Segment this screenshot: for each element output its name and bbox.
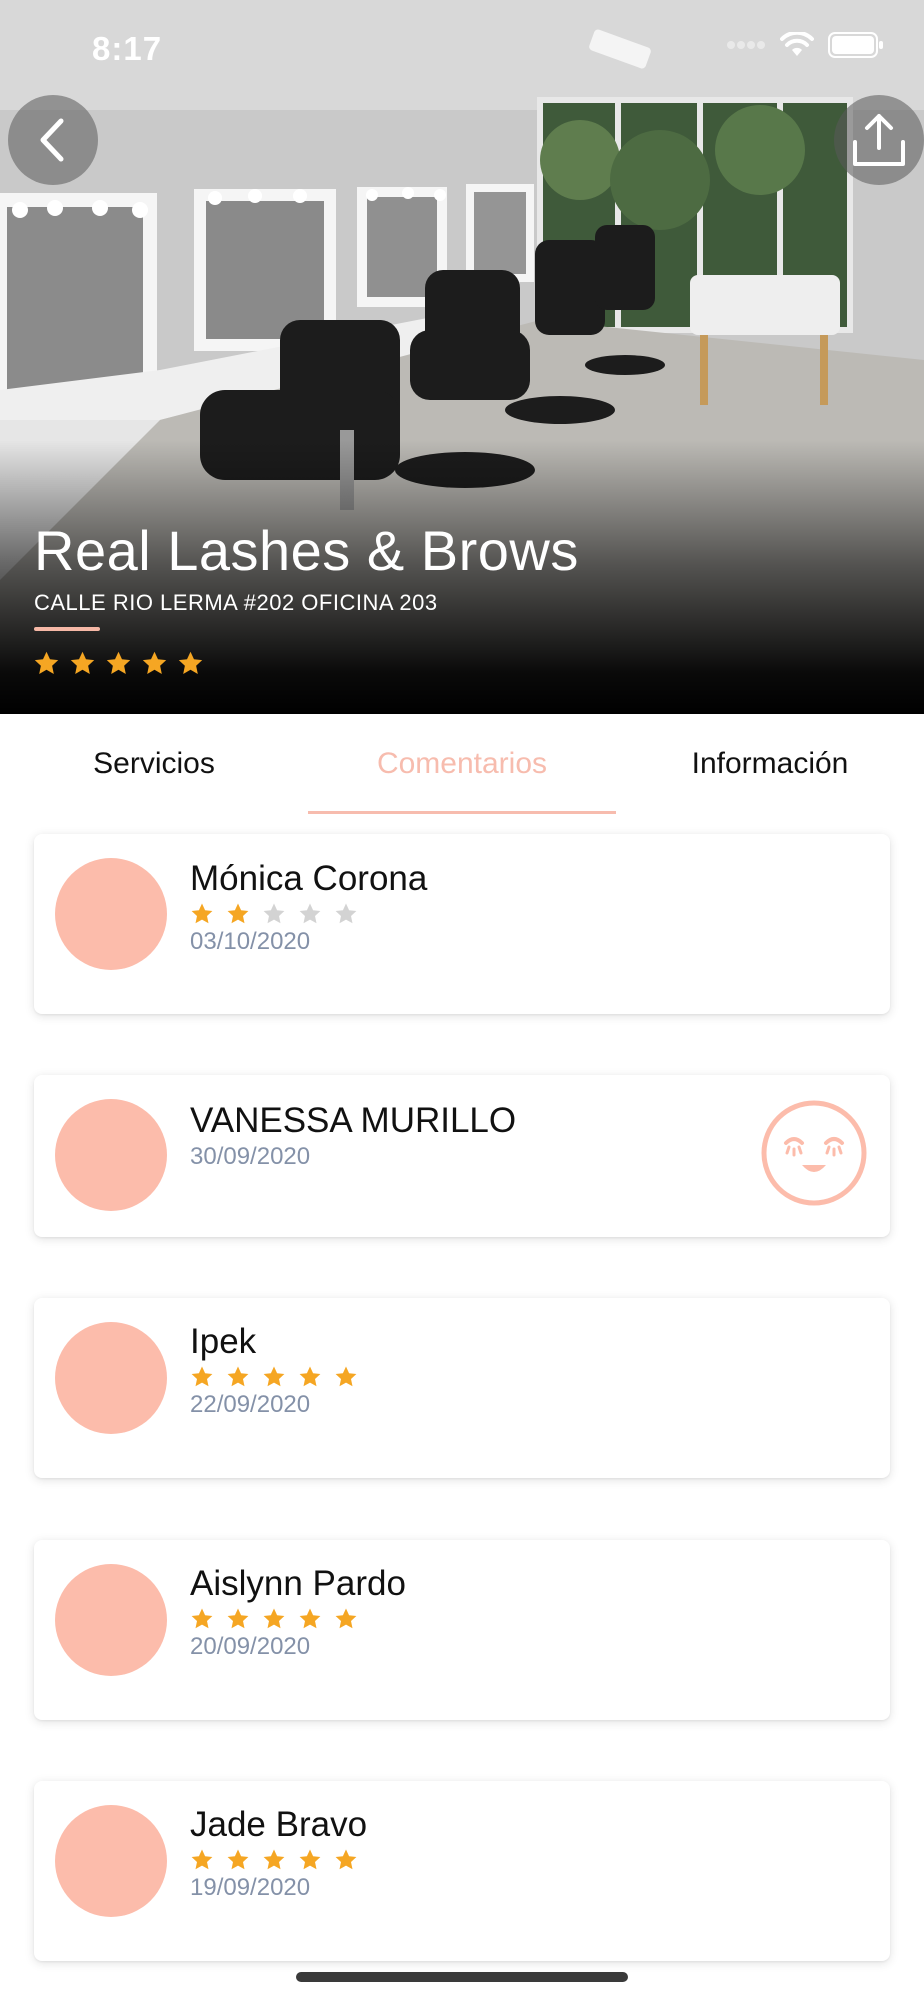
review-rating [190,1848,358,1872]
star-filled-icon [263,1608,285,1629]
accent-underline [34,627,100,631]
star-filled-icon [191,903,213,924]
share-button[interactable] [834,95,924,185]
review-date: 03/10/2020 [190,928,311,955]
star-filled-icon [263,1849,285,1870]
reviewer-name: Aislynn Pardo [190,1564,406,1603]
star-filled-icon [142,651,167,674]
star-filled-icon [299,1608,321,1629]
tab-bar: Servicios Comentarios Información [0,714,924,814]
status-time: 8:17 [92,30,163,67]
star-filled-icon [227,1366,249,1387]
happy-face-icon [761,1100,867,1206]
signal-icon [727,41,765,49]
star-filled-icon [227,903,249,924]
home-indicator [296,1972,628,1982]
battery-icon [828,32,883,58]
review-card: Aislynn Pardo 20/09/2020 [34,1540,890,1720]
star-filled-icon [106,651,131,674]
tab-servicios[interactable]: Servicios [0,714,308,814]
review-rating [190,902,358,926]
star-filled-icon [70,651,95,674]
review-card: Jade Bravo 19/09/2020 [34,1781,890,1961]
share-upload-icon [853,114,905,166]
star-filled-icon [299,1849,321,1870]
avatar [55,858,167,970]
review-card: Mónica Corona 03/10/2020 [34,834,890,1014]
tab-informacion[interactable]: Información [616,714,924,814]
star-filled-icon [227,1849,249,1870]
reviewer-name: Mónica Corona [190,859,428,898]
avatar [55,1099,167,1211]
hero-image: 8:17 Real Lashes & Brows CALLE RIO LERMA… [0,0,924,714]
star-filled-icon [191,1849,213,1870]
review-date: 22/09/2020 [190,1391,311,1418]
review-date: 30/09/2020 [190,1143,311,1170]
star-filled-icon [335,1849,357,1870]
star-filled-icon [335,1366,357,1387]
business-name: Real Lashes & Brows [34,519,579,582]
star-filled-icon [263,1366,285,1387]
avatar [55,1564,167,1676]
star-filled-icon [191,1608,213,1629]
reviewer-name: Ipek [190,1322,257,1361]
star-empty-icon [299,903,321,924]
star-filled-icon [335,1608,357,1629]
review-date: 20/09/2020 [190,1633,311,1660]
business-address: CALLE RIO LERMA #202 OFICINA 203 [34,590,438,615]
back-button[interactable] [8,95,98,185]
review-date: 19/09/2020 [190,1874,311,1901]
review-rating [190,1607,358,1631]
status-icons [726,32,884,58]
avatar [55,1805,167,1917]
wifi-icon [780,32,814,56]
star-filled-icon [178,651,203,674]
business-rating [33,650,204,677]
star-filled-icon [299,1366,321,1387]
review-rating [190,1365,358,1389]
star-filled-icon [34,651,59,674]
chevron-left-icon [40,118,64,162]
star-empty-icon [263,903,285,924]
review-card: VANESSA MURILLO 30/09/2020 [34,1075,890,1237]
tab-comentarios[interactable]: Comentarios [308,714,616,814]
reviewer-name: VANESSA MURILLO [190,1101,517,1140]
reviewer-name: Jade Bravo [190,1805,368,1844]
star-filled-icon [227,1608,249,1629]
star-filled-icon [191,1366,213,1387]
avatar [55,1322,167,1434]
review-card: Ipek 22/09/2020 [34,1298,890,1478]
star-empty-icon [335,903,357,924]
